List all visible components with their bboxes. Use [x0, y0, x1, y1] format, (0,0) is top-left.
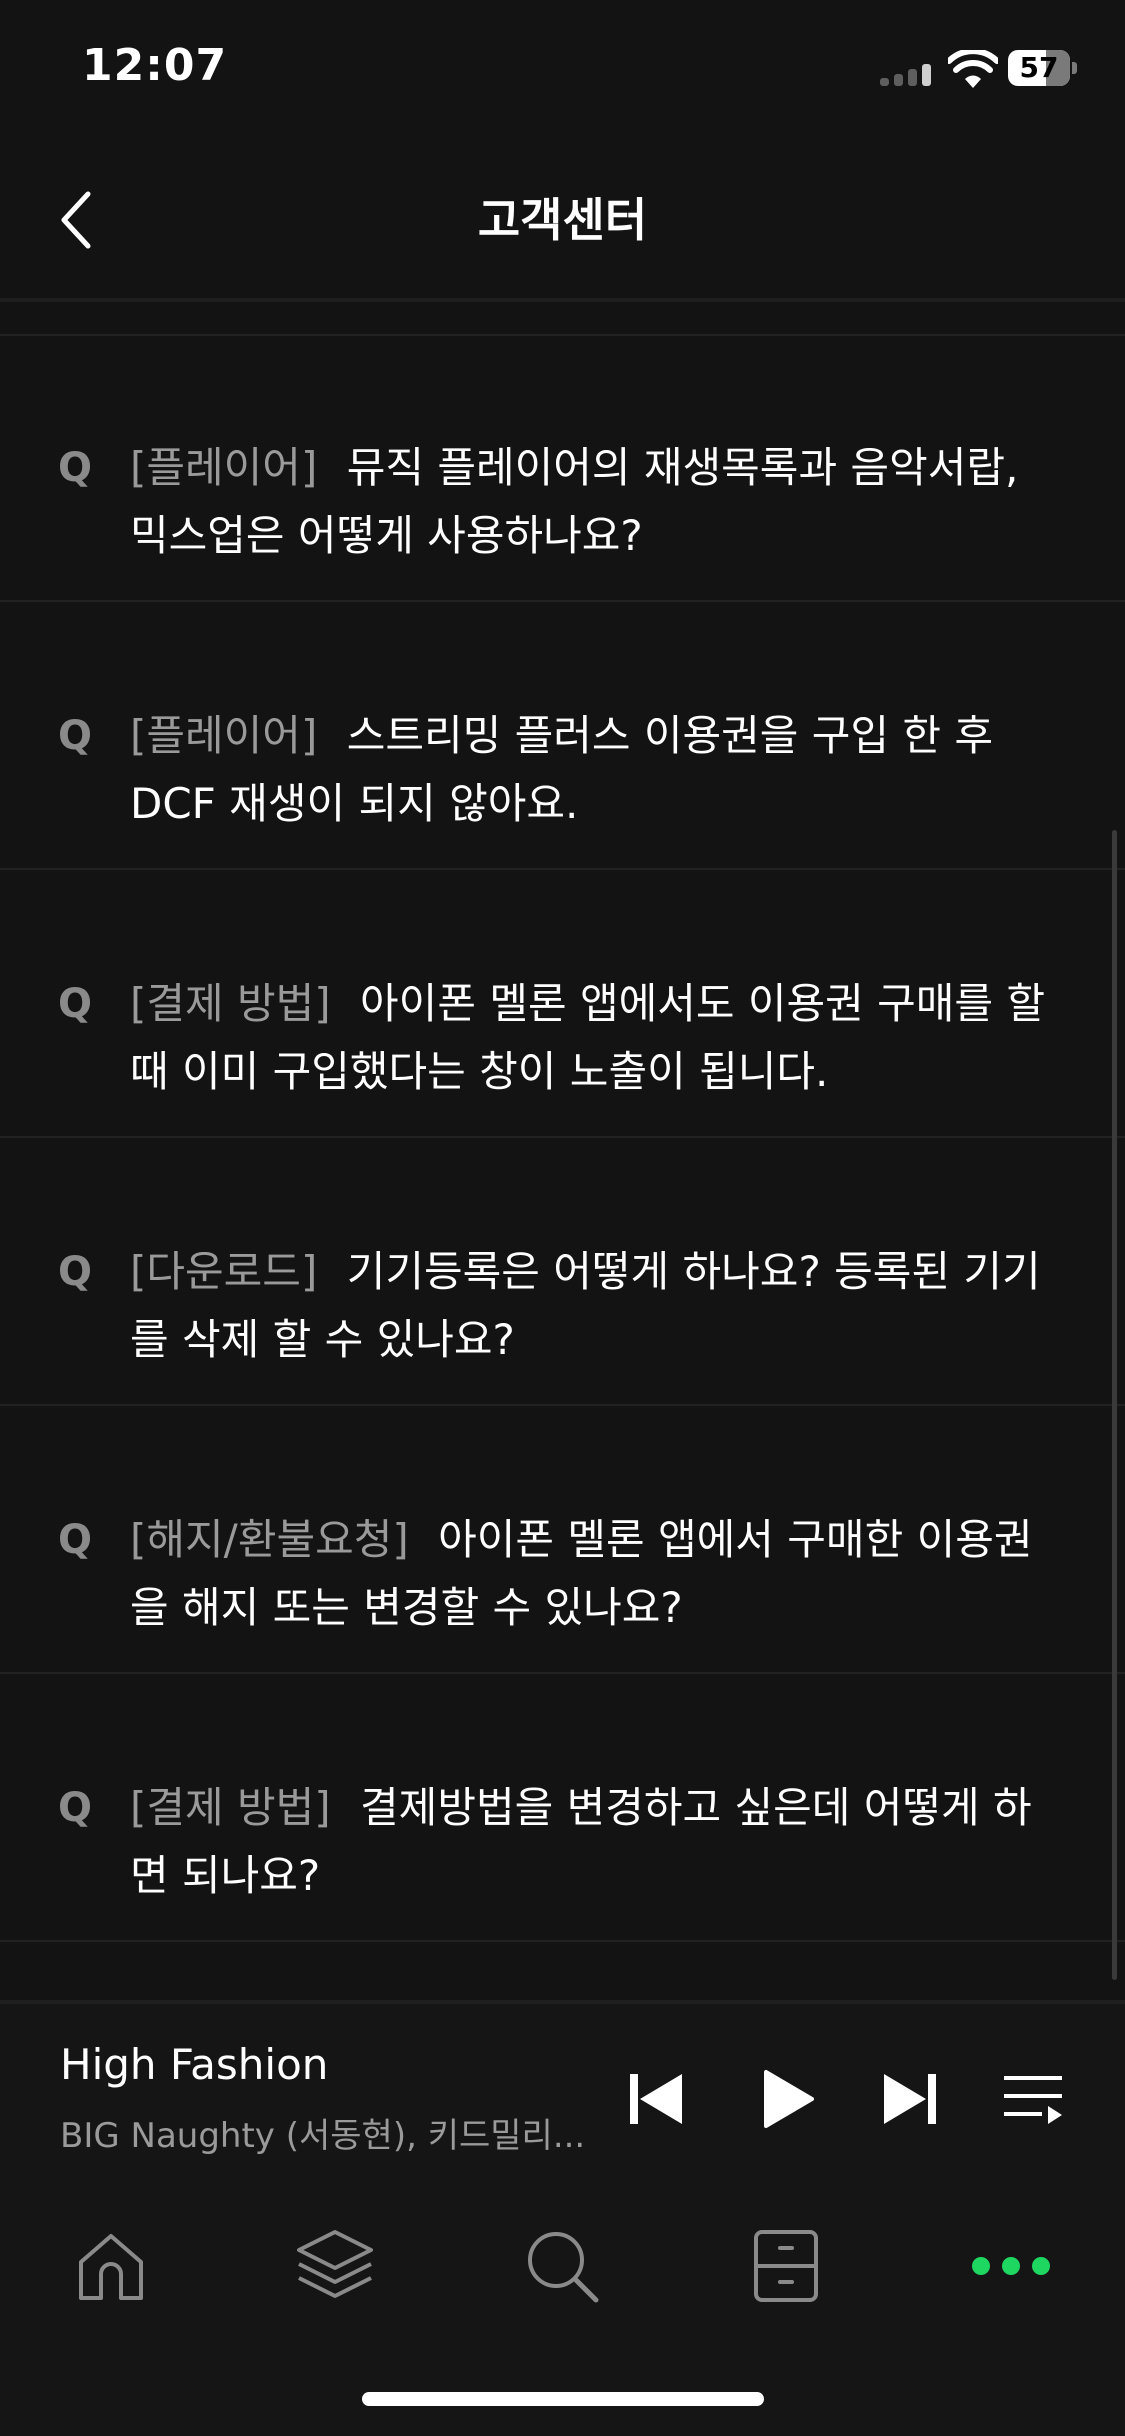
faq-category: [결제 방법] [130, 1783, 331, 1832]
drawer-icon [754, 2230, 818, 2302]
home-icon [79, 2234, 143, 2300]
play-button[interactable] [752, 2064, 822, 2134]
player-track-artist: BIG Naughty (서동현), 키드밀리... [60, 2116, 586, 2156]
status-bar: 12:07 57 [0, 0, 1125, 140]
faq-q-label: Q [58, 1785, 93, 1831]
faq-category: [결제 방법] [130, 979, 331, 1028]
faq-category: [플레이어] [130, 711, 318, 760]
faq-q-label: Q [58, 445, 93, 491]
playlist-button[interactable] [998, 2064, 1068, 2134]
playlist-icon [1004, 2076, 1062, 2124]
faq-item[interactable]: Q [플레이어] 스트리밍 플러스 이용권을 구입 한 후 DCF 재생이 되지… [0, 602, 1125, 870]
faq-q-label: Q [58, 713, 93, 759]
screen: 12:07 57 고객센터 Q [플레이어] 뮤직 플레이어의 재생목록과 음악… [0, 0, 1125, 2436]
faq-list: Q [플레이어] 뮤직 플레이어의 재생목록과 음악서랍, 믹스업은 어떻게 사… [0, 302, 1125, 2002]
search-icon [528, 2232, 599, 2303]
scrollbar[interactable] [1112, 830, 1117, 1980]
faq-question: [플레이어] 뮤직 플레이어의 재생목록과 음악서랍, 믹스업은 어떻게 사용하… [130, 434, 1060, 570]
skip-previous-icon [630, 2074, 682, 2124]
faq-q-label: Q [58, 981, 93, 1027]
faq-question: [결제 방법] 아이폰 멜론 앱에서도 이용권 구매를 할 때 이미 구입했다는… [130, 970, 1060, 1106]
more-dots-icon [972, 2257, 1050, 2275]
tab-home[interactable] [56, 2216, 166, 2316]
play-icon [764, 2070, 814, 2128]
layers-icon [297, 2230, 373, 2298]
cellular-signal-icon [880, 62, 932, 86]
tab-more[interactable] [956, 2216, 1066, 2316]
previous-button[interactable] [622, 2064, 692, 2134]
mini-player[interactable]: High Fashion BIG Naughty (서동현), 키드밀리... [0, 2000, 1125, 2186]
faq-category: [플레이어] [130, 443, 318, 492]
battery-icon: 57 [1008, 50, 1077, 86]
header: 고객센터 [0, 140, 1125, 300]
faq-question: [다운로드] 기기등록은 어떻게 하나요? 등록된 기기를 삭제 할 수 있나요… [130, 1238, 1060, 1374]
tab-search[interactable] [507, 2216, 617, 2316]
faq-item[interactable]: Q [해지/환불요청] 아이폰 멜론 앱에서 구매한 이용권을 해지 또는 변경… [0, 1406, 1125, 1674]
page-title: 고객센터 [477, 193, 648, 247]
faq-q-label: Q [58, 1249, 93, 1295]
faq-item[interactable]: Q [결제 방법] 아이폰 멜론 앱에서도 이용권 구매를 할 때 이미 구입했… [0, 870, 1125, 1138]
faq-question: [플레이어] 스트리밍 플러스 이용권을 구입 한 후 DCF 재생이 되지 않… [130, 702, 1060, 838]
faq-item[interactable]: Q [다운로드] 기기등록은 어떻게 하나요? 등록된 기기를 삭제 할 수 있… [0, 1138, 1125, 1406]
status-time: 12:07 [82, 40, 228, 91]
faq-q-label: Q [58, 1517, 93, 1563]
next-button[interactable] [874, 2064, 944, 2134]
faq-category: [해지/환불요청] [130, 1515, 409, 1564]
tab-library[interactable] [731, 2216, 841, 2316]
faq-question: [해지/환불요청] 아이폰 멜론 앱에서 구매한 이용권을 해지 또는 변경할 … [130, 1506, 1060, 1642]
faq-item[interactable]: Q [결제 방법] 결제방법을 변경하고 싶은데 어떻게 하면 되나요? [0, 1674, 1125, 1942]
skip-next-icon [884, 2074, 936, 2124]
home-indicator [362, 2392, 764, 2406]
player-track-title: High Fashion [60, 2040, 329, 2089]
wifi-icon [948, 50, 998, 88]
faq-category: [다운로드] [130, 1247, 318, 1296]
tab-layers[interactable] [280, 2216, 390, 2316]
faq-question: [결제 방법] 결제방법을 변경하고 싶은데 어떻게 하면 되나요? [130, 1774, 1060, 1910]
faq-item[interactable]: Q [플레이어] 뮤직 플레이어의 재생목록과 음악서랍, 믹스업은 어떻게 사… [0, 334, 1125, 602]
battery-level: 57 [1019, 51, 1059, 84]
